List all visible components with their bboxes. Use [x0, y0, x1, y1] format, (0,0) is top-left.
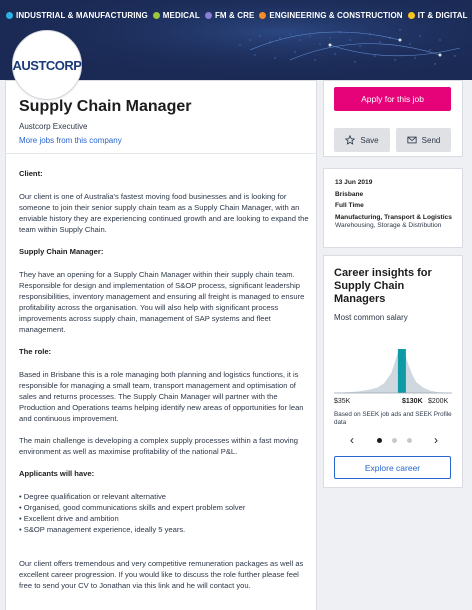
subclassification: Warehousing, Storage & Distribution	[335, 222, 442, 230]
send-label: Send	[421, 135, 441, 145]
sector-list: INDUSTRIAL & MANUFACTURING MEDICAL FM & CR…	[6, 11, 468, 20]
explore-career-button[interactable]: Explore career	[334, 456, 451, 479]
sector-label: INDUSTRIAL & MANUFACTURING	[16, 11, 148, 20]
role-text: Based in Brisbane this is a role managin…	[19, 370, 304, 423]
sector-item[interactable]: INDUSTRIAL & MANUFACTURING	[6, 11, 148, 20]
sector-item[interactable]: IT & DIGITAL	[407, 11, 468, 20]
x-tick-label: $130K	[402, 398, 423, 405]
scm-heading: Supply Chain Manager:	[19, 247, 104, 256]
salary-distribution-chart	[334, 349, 452, 394]
job-title: Supply Chain Manager	[19, 98, 192, 115]
apply-button[interactable]: Apply for this job	[334, 87, 451, 111]
requirement-item: • Organised, good communications skills …	[19, 503, 246, 512]
sector-item[interactable]: ENGINEERING & CONSTRUCTION	[259, 11, 403, 20]
listing-date: 13 Jun 2019	[335, 179, 373, 186]
location: Brisbane	[335, 190, 364, 198]
requirement-item: • S&OP management experience, ideally 5 …	[19, 525, 186, 534]
x-tick-label: $35K	[334, 398, 351, 405]
sector-dot-icon	[152, 12, 160, 19]
save-label: Save	[360, 135, 379, 145]
requirement-item: • Degree qualification or relevant alter…	[19, 492, 167, 501]
role-text: The main challenge is developing a compl…	[19, 436, 299, 456]
star-icon	[345, 135, 356, 145]
selected-salary-bar	[397, 349, 406, 393]
client-text: Our client is one of Australia's fastest…	[19, 192, 309, 234]
chevron-right-icon[interactable]: ›	[434, 434, 438, 446]
company-logo-text: AUSTCORP	[12, 57, 82, 73]
requirement-item: • Excellent drive and ambition	[19, 514, 119, 523]
salary-area	[334, 349, 452, 393]
classification: Manufacturing, Transport & Logistics	[335, 213, 452, 221]
pager-dot[interactable]	[376, 437, 382, 443]
sector-item[interactable]: MEDICAL	[152, 11, 200, 20]
sector-label: IT & DIGITAL	[417, 11, 468, 20]
insights-pager: ‹ ›	[350, 434, 438, 446]
sector-dot-icon	[204, 12, 212, 19]
divider	[5, 153, 317, 154]
sector-dot-icon	[259, 12, 267, 19]
sector-label: MEDICAL	[162, 11, 200, 20]
company-logo[interactable]: AUSTCORP	[12, 30, 82, 100]
sector-dot-icon	[407, 12, 415, 19]
chevron-left-icon[interactable]: ‹	[350, 434, 354, 446]
company-name: Austcorp Executive	[19, 122, 88, 131]
insights-subtitle: Most common salary	[334, 313, 408, 322]
data-source-note: Based on SEEK job ads and SEEK Profile d…	[334, 411, 452, 426]
sector-dot-icon	[6, 12, 13, 19]
pager-dots	[376, 437, 412, 443]
insights-title: Career insights for Supply Chain Manager…	[334, 267, 432, 305]
sector-label: ENGINEERING & CONSTRUCTION	[269, 11, 403, 20]
job-description: Client: Our client is one of Australia's…	[19, 168, 309, 591]
applicants-heading: Applicants will have:	[19, 469, 95, 478]
role-heading: The role:	[19, 347, 52, 356]
pager-dot[interactable]	[406, 437, 412, 443]
save-button[interactable]: Save	[334, 128, 390, 152]
envelope-icon	[407, 136, 417, 144]
scm-text: They have an opening for a Supply Chain …	[19, 270, 305, 334]
closing-text: Our client offers tremendous and very co…	[19, 559, 304, 590]
sector-item[interactable]: FM & CRE	[204, 11, 255, 20]
pager-dot[interactable]	[391, 437, 397, 443]
job-info: 13 Jun 2019 Brisbane Full Time Manufactu…	[335, 179, 460, 231]
sector-label: FM & CRE	[214, 11, 255, 20]
work-type: Full Time	[335, 202, 364, 210]
x-tick-label: $200K	[428, 398, 449, 405]
more-jobs-link[interactable]: More jobs from this company	[19, 136, 122, 145]
client-heading: Client:	[19, 169, 43, 178]
send-button[interactable]: Send	[396, 128, 451, 152]
